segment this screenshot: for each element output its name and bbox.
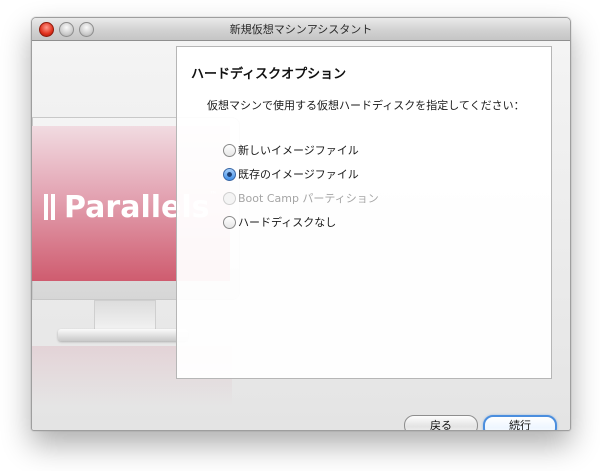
zoom-window-button[interactable]: [79, 22, 94, 37]
monitor-stand-base: [58, 329, 188, 341]
back-button[interactable]: 戻る: [404, 415, 478, 430]
window-content: Parallels™ ハードディスクオプション 仮想マシンで使用する仮想ハードデ…: [32, 41, 570, 430]
option-label[interactable]: 新しいイメージファイル: [238, 142, 359, 158]
window-title: 新規仮想マシンアシスタント: [229, 23, 373, 36]
option-label[interactable]: 既存のイメージファイル: [238, 166, 359, 182]
radio-boot-camp-partition: [223, 192, 236, 205]
continue-button[interactable]: 続行: [483, 415, 557, 430]
panel-title: ハードディスクオプション: [191, 67, 347, 82]
title-bar[interactable]: 新規仮想マシンアシスタント: [32, 18, 570, 41]
instruction-text: 仮想マシンで使用する仮想ハードディスクを指定してください：: [207, 99, 525, 112]
option-label[interactable]: ハードディスクなし: [238, 214, 336, 230]
monitor-stand-neck: [94, 300, 156, 330]
close-window-button[interactable]: [39, 22, 54, 37]
minimize-window-button[interactable]: [59, 22, 74, 37]
parallels-bars-icon: [44, 190, 58, 225]
assistant-window: 新規仮想マシンアシスタント Parallels™ ハードディスクオプション 仮想…: [31, 17, 571, 431]
option-label: Boot Camp パーティション: [238, 192, 379, 205]
radio-existing-image-file[interactable]: [223, 168, 236, 181]
radio-no-hard-disk[interactable]: [223, 216, 236, 229]
options-panel: ハードディスクオプション 仮想マシンで使用する仮想ハードディスクを指定してくださ…: [176, 46, 552, 379]
radio-new-image-file[interactable]: [223, 144, 236, 157]
